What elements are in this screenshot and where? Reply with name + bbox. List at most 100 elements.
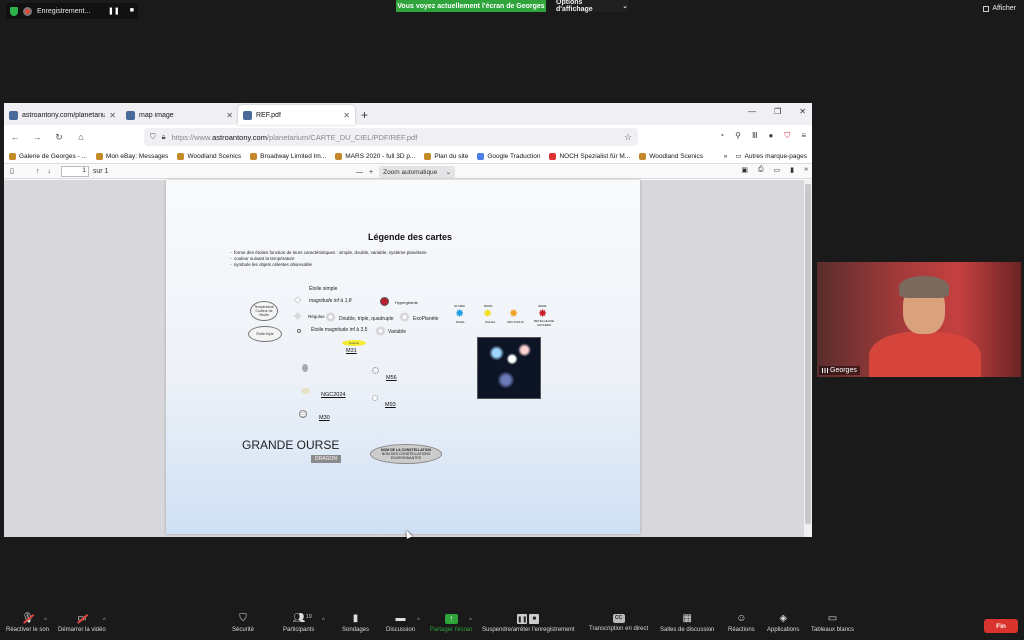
close-window-icon[interactable]: ✕ bbox=[799, 107, 806, 116]
new-tab-button[interactable]: + bbox=[355, 105, 374, 125]
restore-icon[interactable]: ❐ bbox=[774, 107, 781, 116]
back-icon[interactable]: ← bbox=[10, 132, 20, 142]
view-label: Afficher bbox=[992, 5, 1016, 12]
end-meeting-button[interactable]: Fin bbox=[984, 619, 1018, 633]
tab-ref-pdf[interactable]: REF.pdf ✕ bbox=[238, 105, 355, 125]
lock-icon[interactable]: 🔒︎ bbox=[162, 132, 166, 142]
bookmark-item[interactable]: Mon eBay: Messages bbox=[95, 152, 168, 160]
more-bookmarks-icon[interactable]: » bbox=[724, 153, 728, 160]
account-icon[interactable]: ⚲ bbox=[735, 131, 741, 141]
presentation-icon[interactable]: ▣ bbox=[741, 166, 748, 174]
extension-icon[interactable]: ● bbox=[768, 131, 773, 141]
bookmark-item[interactable]: MARS 2020 - full 3D p... bbox=[335, 152, 415, 160]
close-icon[interactable]: ✕ bbox=[109, 111, 116, 120]
stop-recording-icon[interactable]: ■ bbox=[130, 7, 134, 15]
pdf-toolbar: ▯ ↑ ↓ 1 sur 1 — + Zoom automatique ⌄ ▣ ⎙ … bbox=[4, 163, 812, 179]
hypergiant-label: Hypergéante bbox=[395, 300, 418, 305]
screen-share-banner: Vous voyez actuellement l'écran de Georg… bbox=[396, 0, 546, 12]
chat-button[interactable]: ▬ Discussion bbox=[386, 614, 415, 634]
live-transcript-label: Transcription en direct bbox=[589, 626, 649, 632]
tab-map-image[interactable]: map image ✕ bbox=[121, 105, 238, 125]
shield-icon[interactable]: ⛉ bbox=[150, 132, 156, 142]
bookmark-item[interactable]: Plan du site bbox=[424, 152, 469, 160]
save-icon[interactable]: ▭ bbox=[774, 166, 781, 174]
url-bar[interactable]: ⛉ 🔒︎ https://www.astroantony.com/planeta… bbox=[144, 128, 638, 146]
other-bookmarks[interactable]: ▭ Autres marque-pages bbox=[735, 152, 807, 161]
bookmark-item[interactable]: Woodland Scenics bbox=[639, 152, 703, 160]
page-number-input[interactable]: 1 bbox=[60, 165, 89, 177]
microphone-muted-icon: 🎙︎ bbox=[22, 614, 34, 624]
cluster-icon bbox=[372, 367, 379, 374]
bookmark-label: Plan du site bbox=[434, 152, 469, 160]
participant-video[interactable]: Georges bbox=[817, 262, 1021, 377]
participants-button[interactable]: 👥︎ 19 Participants bbox=[283, 614, 314, 634]
hypergiant-icon bbox=[380, 297, 389, 306]
minimize-icon[interactable]: — bbox=[748, 107, 756, 116]
view-button[interactable]: Afficher bbox=[983, 5, 1016, 12]
next-page-icon[interactable]: ↓ bbox=[47, 168, 51, 175]
folder-icon bbox=[9, 152, 16, 160]
bookmark-icon[interactable]: ▮ bbox=[790, 166, 794, 174]
participant-count: 19 bbox=[305, 614, 312, 620]
chevron-up-icon[interactable]: ^ bbox=[44, 618, 47, 624]
whiteboards-button[interactable]: ▭ Tableaux blancs bbox=[811, 613, 854, 634]
share-screen-button[interactable]: ↑ Partager l'écran bbox=[430, 614, 472, 633]
bookmark-item[interactable]: Galerie de Georges - ... bbox=[9, 152, 87, 160]
chevron-up-icon[interactable]: ^ bbox=[322, 618, 325, 624]
security-button[interactable]: ⛉ Sécurité bbox=[232, 614, 255, 634]
forward-icon[interactable]: → bbox=[32, 132, 42, 142]
whiteboard-icon: ▭ bbox=[827, 613, 838, 624]
polls-button[interactable]: ▮ Sondages bbox=[342, 613, 369, 634]
zoom-select[interactable]: Zoom automatique ⌄ bbox=[379, 166, 456, 178]
previous-page-icon[interactable]: ↑ bbox=[36, 168, 40, 175]
start-video-button[interactable]: ▭ Démarrer la vidéo bbox=[58, 614, 106, 634]
pause-recording-icon[interactable]: ❚❚ bbox=[108, 7, 120, 15]
person-hair bbox=[899, 276, 949, 298]
menu-icon[interactable]: ≡ bbox=[801, 131, 806, 141]
scroll-thumb[interactable] bbox=[805, 184, 811, 524]
sidebar-toggle-icon[interactable]: ▯ bbox=[10, 167, 14, 175]
bookmark-label: Google Traduction bbox=[487, 152, 541, 160]
bookmark-item[interactable]: Google Traduction bbox=[477, 152, 541, 160]
pocket-icon[interactable]: ◔ bbox=[719, 131, 724, 141]
tab-astroantony[interactable]: astroantony.com/planetarium/ ✕ bbox=[4, 105, 121, 125]
breakout-rooms-button[interactable]: ▦ Salles de discussion bbox=[660, 614, 714, 634]
close-icon[interactable]: ✕ bbox=[226, 111, 233, 120]
tab-label: REF.pdf bbox=[256, 111, 281, 119]
chevron-up-icon[interactable]: ^ bbox=[417, 618, 420, 624]
bookmark-star-icon[interactable]: ☆ bbox=[624, 132, 632, 143]
live-transcript-button[interactable]: CC Transcription en direct bbox=[589, 614, 648, 632]
reload-icon[interactable]: ↻ bbox=[54, 132, 64, 143]
pause-stop-recording-button[interactable]: ❚❚ ■ Suspendre/arrêter l'enregistrement bbox=[482, 614, 575, 633]
chevron-up-icon[interactable]: ^ bbox=[469, 618, 472, 624]
pdf-bullets: - forme des étoiles fonction de leurs ca… bbox=[230, 250, 427, 267]
double-star-icon: ✺ bbox=[326, 312, 336, 324]
bookmark-label: Woodland Scenics bbox=[649, 152, 703, 160]
reactions-button[interactable]: ☺ Réactions bbox=[728, 614, 755, 634]
bar-chart-icon: ▮ bbox=[352, 613, 359, 624]
bookmark-item[interactable]: Woodland Scenics bbox=[177, 152, 241, 160]
chevron-up-icon[interactable]: ^ bbox=[103, 618, 106, 624]
zoom-in-icon[interactable]: + bbox=[369, 169, 373, 176]
bookmark-icon bbox=[177, 152, 185, 160]
home-icon[interactable]: ⌂ bbox=[76, 132, 86, 142]
tools-icon[interactable]: » bbox=[804, 166, 808, 174]
ublock-shield-icon[interactable]: ⛉ bbox=[784, 131, 790, 141]
security-label: Sécurité bbox=[232, 627, 255, 633]
unmute-button[interactable]: 🎙︎ Réactiver le son bbox=[6, 614, 49, 634]
view-options-button[interactable]: Options d'affichage ⌄ bbox=[556, 0, 628, 13]
pdf-viewer[interactable]: Légende des cartes - forme des étoiles f… bbox=[4, 180, 812, 537]
close-icon[interactable]: ✕ bbox=[343, 111, 350, 120]
bookmark-item[interactable]: NOCH Spezialist für M... bbox=[549, 152, 630, 160]
vertical-scrollbar[interactable] bbox=[804, 180, 812, 537]
apps-button[interactable]: ◈ Applications bbox=[767, 614, 799, 634]
neighbor-constellation-box: DRAGON bbox=[311, 455, 341, 463]
participant-name: Georges bbox=[819, 366, 860, 375]
bookmark-item[interactable]: Broadway Limited Im... bbox=[250, 152, 326, 160]
library-icon[interactable]: Ⅲ bbox=[752, 131, 758, 141]
recording-indicator[interactable]: Enregistrement... ❚❚ ■ bbox=[6, 3, 138, 19]
url-path: /planetarium/CARTE_DU_CIEL/PDF/REF.pdf bbox=[266, 132, 418, 142]
bookmark-icon bbox=[639, 152, 647, 160]
print-icon[interactable]: ⎙ bbox=[758, 166, 764, 174]
zoom-out-icon[interactable]: — bbox=[356, 169, 363, 176]
